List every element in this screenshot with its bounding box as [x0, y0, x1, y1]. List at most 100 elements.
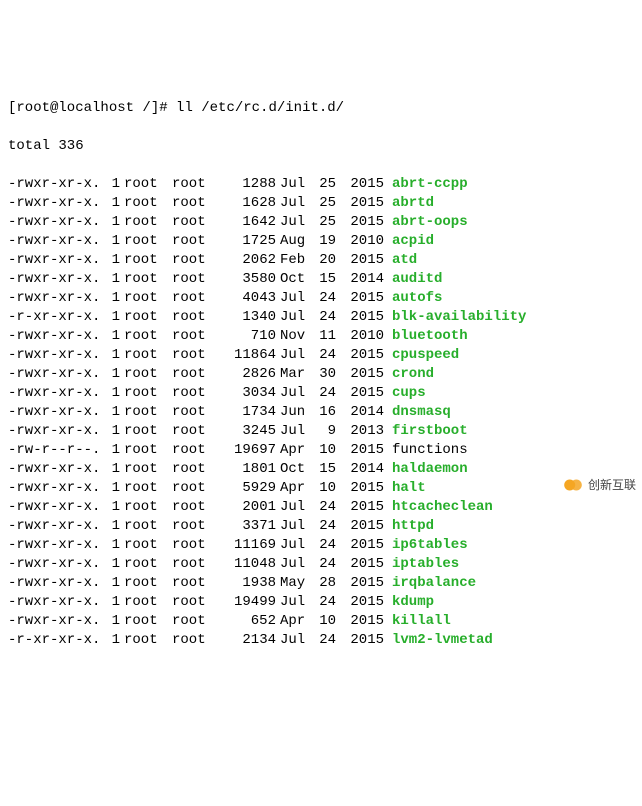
file-permissions: -rwxr-xr-x. [8, 175, 104, 194]
file-permissions: -rwxr-xr-x. [8, 517, 104, 536]
file-month: Apr [280, 479, 312, 498]
file-name: dnsmasq [392, 403, 451, 422]
file-name: blk-availability [392, 308, 526, 327]
file-link-count: 1 [104, 460, 120, 479]
file-group: root [172, 194, 220, 213]
file-month: Jul [280, 213, 312, 232]
file-name: cpuspeed [392, 346, 459, 365]
file-permissions: -rwxr-xr-x. [8, 270, 104, 289]
file-size: 3371 [220, 517, 276, 536]
file-permissions: -r-xr-xr-x. [8, 631, 104, 650]
file-month: Jun [280, 403, 312, 422]
file-group: root [172, 365, 220, 384]
file-link-count: 1 [104, 175, 120, 194]
file-link-count: 1 [104, 365, 120, 384]
file-day: 9 [312, 422, 336, 441]
file-link-count: 1 [104, 270, 120, 289]
table-row: -rwxr-xr-x.1rootroot11864Jul242015cpuspe… [8, 346, 634, 365]
file-permissions: -rwxr-xr-x. [8, 384, 104, 403]
file-owner: root [124, 631, 172, 650]
file-size: 1801 [220, 460, 276, 479]
file-day: 25 [312, 213, 336, 232]
file-permissions: -rwxr-xr-x. [8, 365, 104, 384]
watermark-icon [562, 474, 584, 496]
file-permissions: -rwxr-xr-x. [8, 555, 104, 574]
file-month: Mar [280, 365, 312, 384]
file-link-count: 1 [104, 213, 120, 232]
file-year: 2015 [336, 213, 384, 232]
file-name: functions [392, 441, 468, 460]
file-day: 24 [312, 517, 336, 536]
file-owner: root [124, 460, 172, 479]
file-day: 24 [312, 498, 336, 517]
file-size: 5929 [220, 479, 276, 498]
file-link-count: 1 [104, 289, 120, 308]
table-row: -rwxr-xr-x.1rootroot2001Jul242015htcache… [8, 498, 634, 517]
file-month: Jul [280, 498, 312, 517]
file-year: 2015 [336, 194, 384, 213]
file-year: 2015 [336, 365, 384, 384]
file-permissions: -rw-r--r--. [8, 441, 104, 460]
file-size: 1938 [220, 574, 276, 593]
file-group: root [172, 612, 220, 631]
file-name: abrtd [392, 194, 434, 213]
file-month: Oct [280, 270, 312, 289]
file-group: root [172, 384, 220, 403]
file-day: 15 [312, 460, 336, 479]
file-year: 2015 [336, 498, 384, 517]
file-link-count: 1 [104, 308, 120, 327]
file-size: 2826 [220, 365, 276, 384]
file-month: Jul [280, 289, 312, 308]
file-day: 10 [312, 479, 336, 498]
file-permissions: -rwxr-xr-x. [8, 479, 104, 498]
file-owner: root [124, 593, 172, 612]
file-group: root [172, 175, 220, 194]
file-size: 710 [220, 327, 276, 346]
file-year: 2015 [336, 384, 384, 403]
file-permissions: -rwxr-xr-x. [8, 346, 104, 365]
file-permissions: -rwxr-xr-x. [8, 536, 104, 555]
file-group: root [172, 232, 220, 251]
file-month: Apr [280, 441, 312, 460]
file-name: haldaemon [392, 460, 468, 479]
file-name: irqbalance [392, 574, 476, 593]
watermark-text: 创新互联 [588, 476, 636, 495]
prompt-command: ll /etc/rc.d/init.d/ [176, 100, 344, 116]
table-row: -rwxr-xr-x.1rootroot652Apr102015killall [8, 612, 634, 631]
file-group: root [172, 213, 220, 232]
file-day: 24 [312, 536, 336, 555]
file-name: bluetooth [392, 327, 468, 346]
table-row: -r-xr-xr-x.1rootroot1340Jul242015blk-ava… [8, 308, 634, 327]
file-month: Feb [280, 251, 312, 270]
file-month: Jul [280, 517, 312, 536]
file-month: Apr [280, 612, 312, 631]
file-link-count: 1 [104, 612, 120, 631]
file-year: 2014 [336, 403, 384, 422]
table-row: -rwxr-xr-x.1rootroot11169Jul242015ip6tab… [8, 536, 634, 555]
file-group: root [172, 555, 220, 574]
file-size: 11864 [220, 346, 276, 365]
file-size: 4043 [220, 289, 276, 308]
file-day: 24 [312, 308, 336, 327]
file-name: firstboot [392, 422, 468, 441]
file-size: 3580 [220, 270, 276, 289]
table-row: -rwxr-xr-x.1rootroot4043Jul242015autofs [8, 289, 634, 308]
file-size: 1288 [220, 175, 276, 194]
file-permissions: -r-xr-xr-x. [8, 308, 104, 327]
table-row: -rwxr-xr-x.1rootroot1801Oct152014haldaem… [8, 460, 634, 479]
file-month: Jul [280, 175, 312, 194]
file-year: 2014 [336, 270, 384, 289]
file-link-count: 1 [104, 441, 120, 460]
file-owner: root [124, 346, 172, 365]
file-year: 2015 [336, 536, 384, 555]
file-day: 30 [312, 365, 336, 384]
file-size: 2001 [220, 498, 276, 517]
file-permissions: -rwxr-xr-x. [8, 498, 104, 517]
file-owner: root [124, 422, 172, 441]
file-size: 652 [220, 612, 276, 631]
file-day: 24 [312, 593, 336, 612]
file-year: 2015 [336, 175, 384, 194]
file-name: htcacheclean [392, 498, 493, 517]
file-year: 2015 [336, 479, 384, 498]
table-row: -rwxr-xr-x.1rootroot2826Mar302015crond [8, 365, 634, 384]
